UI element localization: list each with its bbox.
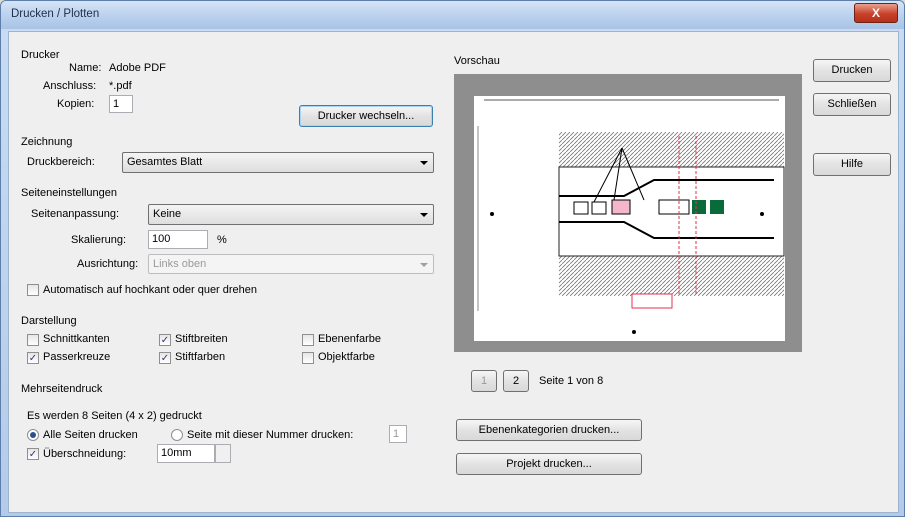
cut-edges-label: Schnittkanten	[43, 333, 110, 345]
align-value: Links oben	[153, 258, 207, 270]
preview-page	[474, 96, 785, 341]
preview-drawing	[477, 99, 785, 334]
printer-group-label: Drucker	[21, 49, 60, 61]
chevron-down-icon	[420, 263, 428, 267]
preview-page-status: Seite 1 von 8	[539, 375, 604, 387]
layer-color-checkbox[interactable]	[302, 334, 314, 346]
multipage-group-label: Mehrseitendruck	[21, 383, 103, 395]
print-layer-categories-button[interactable]: Ebenenkategorien drucken...	[456, 419, 642, 441]
page-number-radio[interactable]	[171, 429, 183, 441]
print-button[interactable]: Drucken	[813, 59, 891, 82]
close-window-button[interactable]: X	[854, 3, 898, 23]
register-marks-label: Passerkreuze	[43, 351, 111, 363]
window-title: Drucken / Plotten	[11, 8, 100, 20]
layer-color-label: Ebenenfarbe	[318, 333, 381, 345]
page-number-input[interactable]: 1	[389, 425, 407, 443]
overlap-label: Überschneidung:	[43, 448, 127, 460]
printer-name-label: Name:	[69, 62, 102, 74]
print-range-value: Gesamtes Blatt	[127, 156, 203, 168]
title-bar: Drucken / Plotten X	[1, 1, 904, 29]
preview-prev-page-button[interactable]: 1	[471, 370, 497, 392]
close-icon: X	[871, 6, 880, 20]
align-label: Ausrichtung:	[77, 258, 139, 270]
overlap-checkbox[interactable]: ✓	[27, 448, 39, 460]
register-marks-checkbox[interactable]: ✓	[27, 352, 39, 364]
auto-rotate-label: Automatisch auf hochkant oder quer drehe…	[43, 284, 258, 296]
all-pages-label: Alle Seiten drucken	[43, 429, 138, 441]
chevron-down-icon	[420, 161, 428, 165]
printer-port-label: Anschluss:	[43, 80, 97, 92]
fit-dropdown[interactable]: Keine	[148, 204, 434, 225]
object-color-checkbox[interactable]	[302, 352, 314, 364]
overlap-input[interactable]: 10mm	[157, 444, 215, 463]
cut-edges-checkbox[interactable]	[27, 334, 39, 346]
printer-port-value: *.pdf	[109, 80, 132, 92]
dialog-client-area: Drucker Name: Adobe PDF Anschluss: *.pdf…	[8, 31, 899, 513]
print-dialog: Drucken / Plotten X Drucker Name: Adobe …	[0, 0, 905, 517]
copies-label: Kopien:	[57, 98, 95, 110]
align-dropdown[interactable]: Links oben	[148, 254, 434, 274]
fit-value: Keine	[153, 208, 182, 220]
pen-widths-checkbox[interactable]: ✓	[159, 334, 171, 346]
drawing-group-label: Zeichnung	[21, 136, 73, 148]
print-range-dropdown[interactable]: Gesamtes Blatt	[122, 152, 434, 173]
pen-colors-checkbox[interactable]: ✓	[159, 352, 171, 364]
fit-label: Seitenanpassung:	[31, 208, 120, 220]
scale-unit: %	[217, 234, 227, 246]
auto-rotate-checkbox[interactable]	[27, 284, 39, 296]
object-color-label: Objektfarbe	[318, 351, 375, 363]
scale-input[interactable]: 100	[148, 230, 208, 249]
preview-group-label: Vorschau	[454, 55, 500, 67]
scale-label: Skalierung:	[71, 234, 127, 246]
preview-next-page-button[interactable]: 2	[503, 370, 529, 392]
help-button[interactable]: Hilfe	[813, 153, 891, 176]
change-printer-button[interactable]: Drucker wechseln...	[299, 105, 433, 127]
close-button[interactable]: Schließen	[813, 93, 891, 116]
multipage-info: Es werden 8 Seiten (4 x 2) gedruckt	[27, 410, 202, 422]
all-pages-radio[interactable]	[27, 429, 39, 441]
print-project-button[interactable]: Projekt drucken...	[456, 453, 642, 475]
pen-widths-label: Stiftbreiten	[175, 333, 228, 345]
display-group-label: Darstellung	[21, 315, 77, 327]
page-settings-group-label: Seiteneinstellungen	[21, 187, 118, 199]
print-range-label: Druckbereich:	[27, 156, 95, 168]
pen-colors-label: Stiftfarben	[175, 351, 226, 363]
copies-input[interactable]: 1	[109, 95, 133, 113]
overlap-spinner[interactable]	[215, 444, 231, 463]
page-number-label: Seite mit dieser Nummer drucken:	[187, 429, 354, 441]
chevron-down-icon	[420, 213, 428, 217]
printer-name-value: Adobe PDF	[109, 62, 166, 74]
print-preview	[454, 74, 802, 352]
